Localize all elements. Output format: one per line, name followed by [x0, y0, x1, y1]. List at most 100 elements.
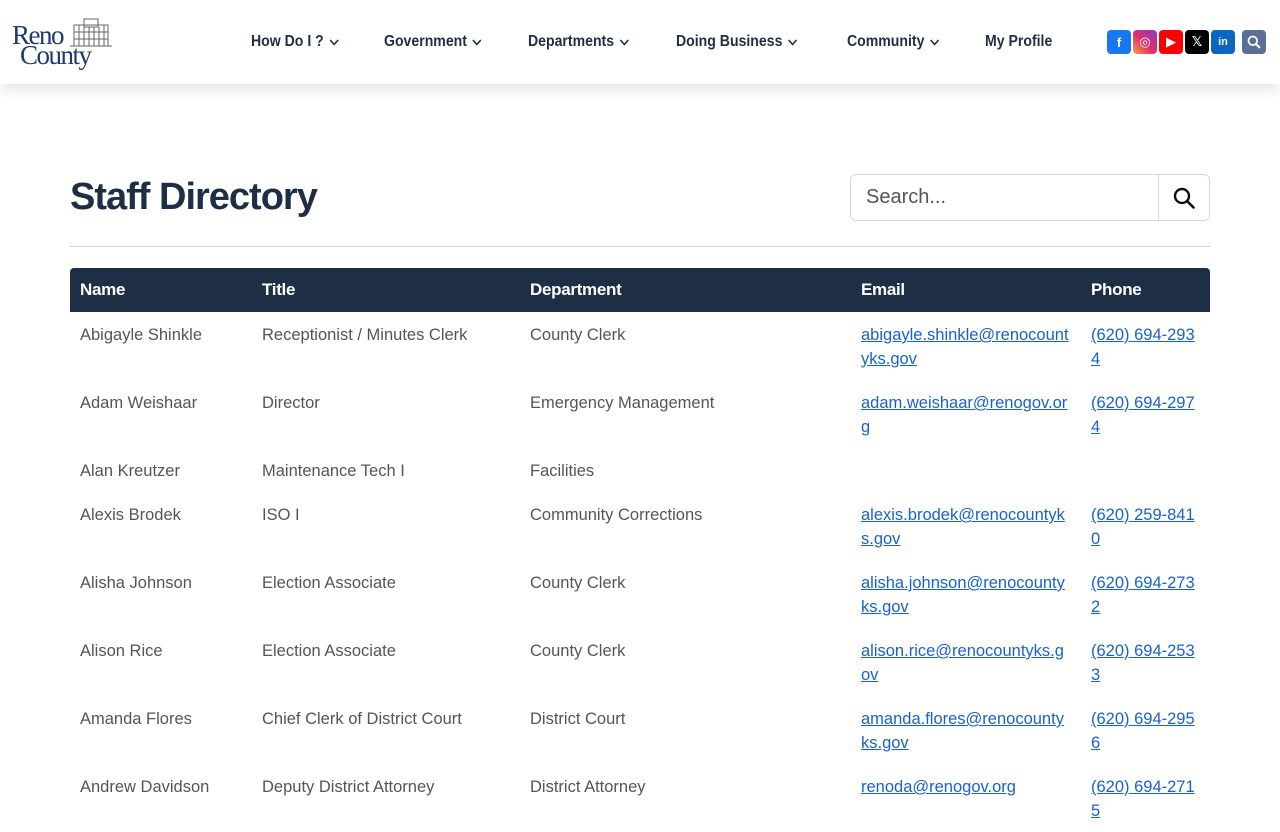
cell-department: Community Corrections — [530, 506, 703, 524]
table-row: Amanda Flores Chief Clerk of District Co… — [70, 696, 1210, 764]
table-header: Name Title Department Email Phone — [70, 268, 1210, 312]
cell-phone: (620) 259-8410 — [1081, 492, 1210, 560]
cell-title: Receptionist / Minutes Clerk — [262, 326, 468, 344]
reno-county-logo[interactable]: Reno County — [12, 17, 114, 69]
cell-department: County Clerk — [530, 326, 626, 344]
cell-department: Facilities — [530, 462, 595, 480]
cell-email: alison.rice@renocountyks.gov — [851, 628, 1081, 696]
column-header-department[interactable]: Department — [520, 268, 851, 312]
cell-phone — [1081, 448, 1210, 492]
cell-title: Maintenance Tech I — [262, 462, 405, 480]
phone-link[interactable]: (620) 694-2533 — [1091, 642, 1195, 684]
nav-my-profile[interactable]: My Profile — [985, 33, 1052, 51]
cell-name: Alan Kreutzer — [80, 462, 180, 480]
email-link[interactable]: amanda.flores@renocountyks.gov — [861, 710, 1064, 752]
phone-link[interactable]: (620) 694-2974 — [1091, 394, 1195, 436]
cell-title: ISO I — [262, 506, 300, 524]
cell-department: District Court — [530, 710, 626, 728]
nav-label: Departments — [527, 33, 614, 50]
chevron-down-icon — [329, 33, 339, 51]
email-link[interactable]: alexis.brodek@renocountyks.gov — [861, 506, 1065, 548]
cell-department: District Attorney — [530, 778, 646, 796]
cell-email: abigayle.shinkle@renocountyks.gov — [851, 312, 1081, 380]
search-button[interactable] — [1158, 175, 1209, 220]
table-row: Alison Rice Election Associate County Cl… — [70, 628, 1210, 696]
cell-phone: (620) 694-2934 — [1081, 312, 1210, 380]
cell-name: Adam Weishaar — [80, 394, 198, 412]
table-row: Abigayle Shinkle Receptionist / Minutes … — [70, 312, 1210, 380]
table-row: Alan Kreutzer Maintenance Tech I Facilit… — [70, 448, 1210, 492]
chevron-down-icon — [929, 33, 939, 51]
cell-title: Election Associate — [262, 574, 396, 592]
site-header: Reno County How Do I ? Government Depart… — [0, 0, 1280, 84]
cell-phone: (620) 694-2956 — [1081, 696, 1210, 764]
cell-title: Election Associate — [262, 642, 396, 660]
email-link[interactable]: alison.rice@renocountyks.gov — [861, 642, 1064, 684]
table-row: Andrew Davidson Deputy District Attorney… — [70, 764, 1210, 832]
phone-link[interactable]: (620) 694-2732 — [1091, 574, 1195, 616]
cell-phone: (620) 694-2715 — [1081, 764, 1210, 832]
column-header-title[interactable]: Title — [252, 268, 520, 312]
chevron-down-icon — [619, 33, 629, 51]
cell-email: adam.weishaar@renogov.org — [851, 380, 1081, 448]
table-body: Abigayle Shinkle Receptionist / Minutes … — [70, 312, 1210, 832]
nav-label: Community — [846, 33, 925, 50]
chevron-down-icon — [472, 33, 482, 51]
header-search-icon[interactable] — [1242, 30, 1266, 54]
nav-departments[interactable]: Departments — [528, 33, 629, 51]
nav-government[interactable]: Government — [384, 33, 482, 51]
cell-email — [851, 448, 1081, 492]
column-header-phone[interactable]: Phone — [1081, 268, 1210, 312]
cell-email: alisha.johnson@renocountyks.gov — [851, 560, 1081, 628]
cell-department: County Clerk — [530, 642, 626, 660]
phone-link[interactable]: (620) 694-2715 — [1091, 778, 1195, 820]
youtube-icon[interactable]: ▶ — [1159, 30, 1183, 54]
email-link[interactable]: abigayle.shinkle@renocountyks.gov — [861, 326, 1069, 368]
phone-link[interactable]: (620) 694-2934 — [1091, 326, 1195, 368]
nav-label: My Profile — [984, 33, 1052, 50]
divider — [70, 246, 1210, 247]
nav-label: Doing Business — [675, 33, 783, 50]
instagram-icon[interactable]: ◎ — [1133, 30, 1157, 54]
cell-title: Chief Clerk of District Court — [262, 710, 462, 728]
cell-name: Amanda Flores — [80, 710, 192, 728]
nav-community[interactable]: Community — [847, 33, 939, 51]
email-link[interactable]: alisha.johnson@renocountyks.gov — [861, 574, 1065, 616]
phone-link[interactable]: (620) 694-2956 — [1091, 710, 1195, 752]
cell-title: Director — [262, 394, 320, 412]
table-row: Alisha Johnson Election Associate County… — [70, 560, 1210, 628]
chevron-down-icon — [787, 33, 797, 51]
main-nav: How Do I ? Government Departments Doing … — [251, 0, 1061, 84]
cell-department: County Clerk — [530, 574, 626, 592]
nav-label: How Do I ? — [251, 33, 324, 50]
nav-doing-business[interactable]: Doing Business — [676, 33, 797, 51]
column-header-email[interactable]: Email — [851, 268, 1081, 312]
search-icon — [1173, 187, 1195, 209]
phone-link[interactable]: (620) 259-8410 — [1091, 506, 1195, 548]
directory-search — [850, 174, 1210, 221]
column-header-name[interactable]: Name — [70, 268, 252, 312]
email-link[interactable]: adam.weishaar@renogov.org — [861, 394, 1067, 436]
cell-email: renoda@renogov.org — [851, 764, 1081, 832]
cell-phone: (620) 694-2732 — [1081, 560, 1210, 628]
staff-directory-table: Name Title Department Email Phone Abigay… — [70, 268, 1210, 832]
cell-name: Alexis Brodek — [80, 506, 181, 524]
cell-email: amanda.flores@renocountyks.gov — [851, 696, 1081, 764]
facebook-icon[interactable]: f — [1107, 30, 1131, 54]
x-icon[interactable]: 𝕏 — [1185, 30, 1209, 54]
table-row: Alexis Brodek ISO I Community Correction… — [70, 492, 1210, 560]
linkedin-icon[interactable]: in — [1211, 30, 1235, 54]
cell-title: Deputy District Attorney — [262, 778, 435, 796]
nav-how-do-i[interactable]: How Do I ? — [251, 33, 339, 51]
cell-name: Andrew Davidson — [80, 778, 210, 796]
cell-name: Abigayle Shinkle — [80, 326, 202, 344]
cell-email: alexis.brodek@renocountyks.gov — [851, 492, 1081, 560]
table-row: Adam Weishaar Director Emergency Managem… — [70, 380, 1210, 448]
email-link[interactable]: renoda@renogov.org — [861, 778, 1016, 796]
cell-name: Alisha Johnson — [80, 574, 192, 592]
cell-phone: (620) 694-2974 — [1081, 380, 1210, 448]
nav-label: Government — [383, 33, 467, 50]
search-input[interactable] — [851, 175, 1158, 220]
social-links: f ◎ ▶ 𝕏 in — [1107, 30, 1268, 54]
cell-department: Emergency Management — [530, 394, 715, 412]
